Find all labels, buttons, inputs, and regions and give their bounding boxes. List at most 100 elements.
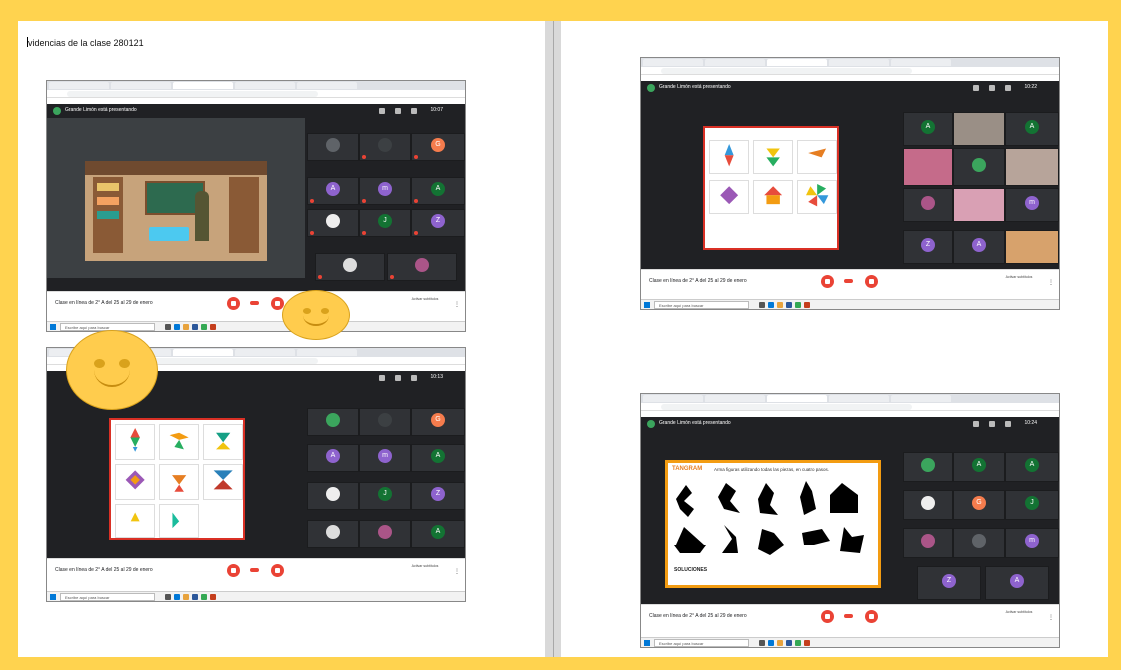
store-icon[interactable] <box>786 640 792 646</box>
participant-tile[interactable]: A <box>307 444 359 472</box>
people-icon[interactable] <box>379 108 385 114</box>
folder-icon[interactable] <box>183 594 189 600</box>
participant-tile[interactable]: G <box>411 408 465 436</box>
participant-tile[interactable]: A <box>953 230 1005 264</box>
chat-icon[interactable] <box>989 85 995 91</box>
taskbar-search[interactable]: Escribe aquí para buscar <box>654 301 749 309</box>
participant-tile[interactable] <box>307 209 359 237</box>
chrome-icon[interactable] <box>795 302 801 308</box>
edge-icon[interactable] <box>768 302 774 308</box>
more-options-icon[interactable]: ⋮ <box>454 301 460 308</box>
browser-tab-active[interactable] <box>767 59 827 66</box>
participant-tile[interactable] <box>307 482 359 510</box>
people-icon[interactable] <box>973 85 979 91</box>
participant-tile[interactable]: Z <box>411 209 465 237</box>
participant-tile[interactable]: J <box>1005 490 1059 520</box>
windows-start-icon[interactable] <box>50 324 56 330</box>
url-field[interactable] <box>661 68 912 74</box>
browser-tab-active[interactable] <box>173 349 233 356</box>
chrome-icon[interactable] <box>201 594 207 600</box>
participant-video[interactable] <box>903 148 953 186</box>
participant-video[interactable] <box>953 188 1005 222</box>
participant-tile[interactable] <box>953 148 1005 186</box>
browser-tab[interactable] <box>235 82 295 89</box>
participant-tile[interactable] <box>903 528 953 558</box>
activities-icon[interactable] <box>411 375 417 381</box>
powerpoint-icon[interactable] <box>210 324 216 330</box>
captions-button[interactable]: Activar subtítulos <box>995 275 1043 279</box>
browser-tab[interactable] <box>297 82 357 89</box>
participant-tile[interactable]: A <box>307 177 359 205</box>
edge-icon[interactable] <box>174 594 180 600</box>
captions-button[interactable]: Activar subtítulos <box>995 610 1043 614</box>
participant-tile[interactable]: m <box>359 444 411 472</box>
powerpoint-icon[interactable] <box>804 302 810 308</box>
participant-tile[interactable]: A <box>411 444 465 472</box>
participant-tile[interactable] <box>359 133 411 161</box>
participant-tile[interactable]: G <box>953 490 1005 520</box>
participant-tile[interactable]: Z <box>917 566 981 600</box>
end-call-button[interactable] <box>844 279 853 283</box>
captions-button[interactable]: Activar subtítulos <box>401 564 449 568</box>
participant-tile[interactable]: A <box>411 520 465 548</box>
participant-tile[interactable] <box>359 408 411 436</box>
taskview-icon[interactable] <box>165 324 171 330</box>
end-call-button[interactable] <box>250 568 259 572</box>
participant-tile[interactable] <box>307 408 359 436</box>
participant-tile[interactable]: A <box>1005 112 1059 146</box>
windows-start-icon[interactable] <box>644 302 650 308</box>
participant-tile[interactable]: m <box>1005 528 1059 558</box>
url-field[interactable] <box>67 91 318 97</box>
participant-tile[interactable]: G <box>411 133 465 161</box>
powerpoint-icon[interactable] <box>804 640 810 646</box>
taskview-icon[interactable] <box>759 640 765 646</box>
store-icon[interactable] <box>786 302 792 308</box>
participant-tile[interactable]: A <box>1005 452 1059 482</box>
camera-off-button[interactable] <box>271 564 284 577</box>
participant-tile[interactable]: J <box>359 482 411 510</box>
participant-tile[interactable]: m <box>359 177 411 205</box>
more-options-icon[interactable]: ⋮ <box>1048 614 1054 621</box>
camera-off-button[interactable] <box>865 275 878 288</box>
activities-icon[interactable] <box>1005 85 1011 91</box>
edge-icon[interactable] <box>768 640 774 646</box>
browser-tab-active[interactable] <box>173 82 233 89</box>
participant-tile[interactable] <box>953 528 1005 558</box>
participant-tile[interactable]: A <box>903 112 953 146</box>
participant-tile[interactable]: A <box>411 177 465 205</box>
participant-tile[interactable]: A <box>985 566 1049 600</box>
windows-start-icon[interactable] <box>644 640 650 646</box>
store-icon[interactable] <box>192 324 198 330</box>
participant-tile[interactable]: Z <box>411 482 465 510</box>
chat-icon[interactable] <box>395 375 401 381</box>
mic-off-button[interactable] <box>821 610 834 623</box>
more-options-icon[interactable]: ⋮ <box>1048 279 1054 286</box>
people-icon[interactable] <box>973 421 979 427</box>
powerpoint-icon[interactable] <box>210 594 216 600</box>
participant-tile[interactable] <box>903 452 953 482</box>
chrome-icon[interactable] <box>795 640 801 646</box>
participant-tile[interactable]: m <box>1005 188 1059 222</box>
end-call-button[interactable] <box>844 614 853 618</box>
mic-off-button[interactable] <box>227 564 240 577</box>
browser-tab-active[interactable] <box>767 395 827 402</box>
folder-icon[interactable] <box>183 324 189 330</box>
mic-off-button[interactable] <box>227 297 240 310</box>
activities-icon[interactable] <box>1005 421 1011 427</box>
browser-tab[interactable] <box>705 395 765 402</box>
participant-video[interactable] <box>953 112 1005 146</box>
chrome-icon[interactable] <box>201 324 207 330</box>
chat-icon[interactable] <box>989 421 995 427</box>
end-call-button[interactable] <box>250 301 259 305</box>
chat-icon[interactable] <box>395 108 401 114</box>
participant-tile[interactable] <box>307 520 359 548</box>
activities-icon[interactable] <box>411 108 417 114</box>
folder-icon[interactable] <box>777 640 783 646</box>
participant-tile[interactable] <box>903 490 953 520</box>
captions-button[interactable]: Activar subtítulos <box>401 297 449 301</box>
participant-tile[interactable]: Z <box>903 230 953 264</box>
camera-off-button[interactable] <box>865 610 878 623</box>
participant-tile[interactable]: A <box>953 452 1005 482</box>
browser-tab[interactable] <box>891 59 951 66</box>
taskview-icon[interactable] <box>165 594 171 600</box>
